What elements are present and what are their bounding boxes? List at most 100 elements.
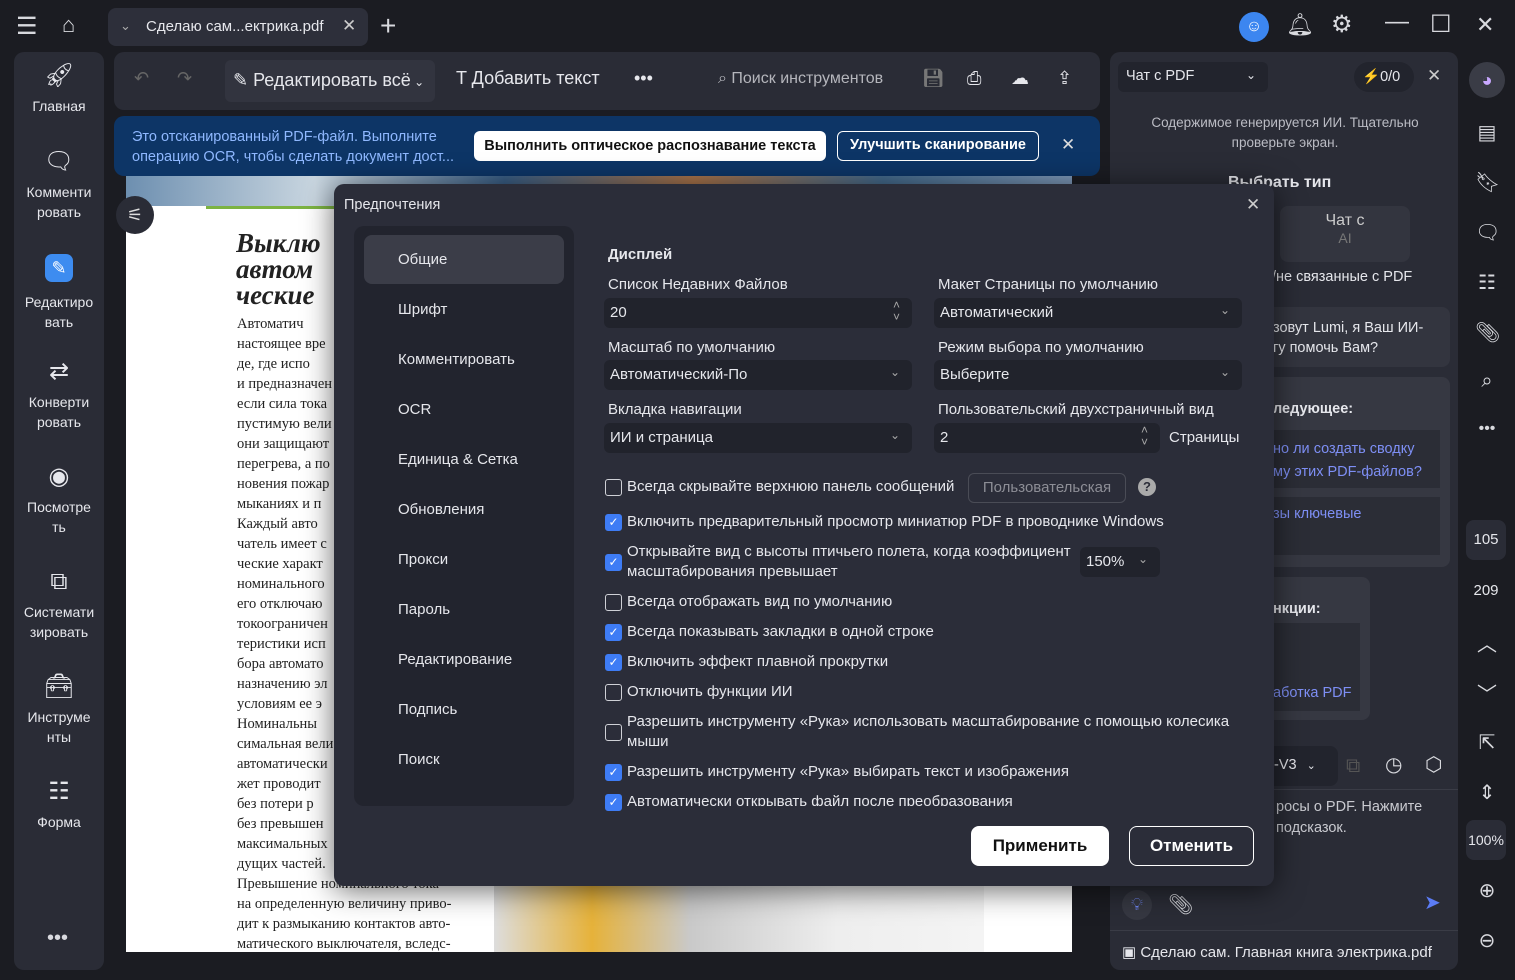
maximize-icon[interactable]: ☐ — [1430, 13, 1452, 37]
tool-search[interactable]: ⌕ Поиск инструментов — [718, 70, 883, 88]
fit-height-icon[interactable]: ⇕ — [1475, 780, 1499, 805]
more-icon[interactable]: ••• — [47, 928, 68, 948]
birdseye-zoom-select[interactable]: 150% ⌄ — [1080, 547, 1160, 577]
page-up-icon[interactable]: ︿ — [1475, 628, 1499, 657]
search-icon[interactable]: ⌕ — [1475, 370, 1499, 393]
option-checkbox[interactable] — [605, 479, 622, 496]
two-page-input[interactable]: 2 ˄ ˅ — [934, 423, 1160, 453]
more-tools-icon[interactable]: ••• — [634, 68, 653, 89]
print-icon[interactable]: ⎙ — [967, 68, 981, 89]
nav-item[interactable]: Подпись — [398, 701, 457, 718]
current-page[interactable]: 105 — [1466, 520, 1506, 560]
option-checkbox[interactable]: ✓ — [605, 554, 622, 571]
sidebar-item-form[interactable]: ☷ Форма — [14, 780, 104, 832]
bell-icon[interactable]: 🔔︎ — [1286, 14, 1314, 36]
custom-button[interactable]: Пользовательская — [968, 473, 1126, 503]
selection-mode-select[interactable]: Выберите ⌄ — [934, 360, 1242, 390]
menu-icon[interactable]: ☰ — [16, 15, 38, 39]
close-chat-icon[interactable]: ✕ — [1427, 66, 1441, 86]
sidebar-item-edit[interactable]: ✎ Редактиро вать — [14, 254, 104, 332]
ai-assistant-icon[interactable]: ◕ — [1469, 62, 1505, 98]
sidebar-item-view[interactable]: ◉ Посмотре ть — [14, 465, 104, 537]
share-icon[interactable]: ⇪ — [1057, 68, 1072, 89]
close-tab-icon[interactable]: ✕ — [342, 16, 356, 36]
option-checkbox[interactable] — [605, 724, 622, 741]
chat-mode-select[interactable]: Чат с PDF ⌄ — [1118, 62, 1268, 92]
nav-item[interactable]: Шрифт — [398, 301, 447, 318]
option-checkbox[interactable]: ✓ — [605, 794, 622, 811]
option-checkbox[interactable] — [605, 594, 622, 611]
sidebar-item-tools[interactable]: 🧰︎ Инструме нты — [14, 675, 104, 747]
edit-all-button[interactable]: ✎ Редактировать всё ⌄ — [225, 60, 435, 102]
default-zoom-select[interactable]: Автоматический-По ⌄ — [604, 360, 912, 390]
sidebar-item-label: Системати зировать — [23, 604, 95, 640]
option-checkbox[interactable]: ✓ — [605, 764, 622, 781]
stepper-icon[interactable]: ˄ ˅ — [1141, 424, 1148, 448]
chat-input-placeholder[interactable]: росы о PDF. Нажмите подсказок. — [1276, 797, 1446, 839]
redo-icon[interactable]: ↷ — [177, 68, 192, 89]
option-checkbox[interactable]: ✓ — [605, 624, 622, 641]
thumbnails-icon[interactable]: ▤ — [1475, 120, 1499, 145]
chevron-down-icon: ⌄ — [1219, 303, 1230, 317]
more-icon[interactable]: ••• — [1475, 420, 1499, 438]
page-filter-button[interactable]: ⚟ — [116, 196, 154, 234]
form-fields-icon[interactable]: ☷ — [1475, 270, 1499, 295]
chat-ai-option[interactable]: Чат с AI — [1280, 206, 1410, 262]
sidebar-item-organize[interactable]: ⧉ Системати зировать — [14, 570, 104, 642]
search-icon: ⌕ — [718, 70, 732, 87]
help-icon[interactable]: ? — [1138, 478, 1156, 496]
recent-files-input[interactable]: 20 ˄ ˅ — [604, 298, 912, 328]
nav-tab-select[interactable]: ИИ и страница ⌄ — [604, 423, 912, 453]
nav-item[interactable]: Обновления — [398, 501, 484, 518]
nav-item[interactable]: Прокси — [398, 551, 448, 568]
sidebar-item-home[interactable]: 🚀︎ Главная — [14, 64, 104, 116]
save-icon[interactable]: 💾︎ — [922, 68, 945, 89]
nav-item[interactable]: Комментировать — [398, 351, 515, 368]
nav-item[interactable]: Единица & Сетка — [398, 451, 518, 468]
credits-badge[interactable]: ⚡0/0 — [1354, 62, 1414, 92]
select-cursor-icon[interactable]: ⇱ — [1475, 730, 1499, 755]
enhance-scan-button[interactable]: Улучшить сканирование — [837, 131, 1039, 161]
new-chat-icon[interactable]: ⧉ — [1346, 756, 1360, 776]
cancel-button[interactable]: Отменить — [1129, 826, 1254, 866]
attachments-icon[interactable]: 📎︎ — [1475, 320, 1500, 345]
document-tab[interactable]: ⌄ Сделаю сам...ектрика.pdf ✕ — [108, 8, 368, 46]
nav-item[interactable]: Редактирование — [398, 651, 512, 668]
minimize-icon[interactable]: — — [1385, 10, 1409, 34]
settings-hex-icon[interactable]: ⬡ — [1425, 755, 1442, 775]
lightbulb-icon[interactable]: 💡︎ — [1122, 890, 1152, 920]
option-checkbox[interactable]: ✓ — [605, 654, 622, 671]
apply-button[interactable]: Применить — [971, 826, 1109, 866]
bookmark-icon[interactable]: 🔖︎ — [1475, 170, 1500, 195]
cloud-upload-icon[interactable]: ☁ — [1011, 68, 1029, 89]
ocr-button[interactable]: Выполнить оптическое распознавание текст… — [474, 131, 826, 161]
comments-icon[interactable]: 🗨︎ — [1475, 220, 1500, 245]
option-checkbox[interactable]: ✓ — [605, 514, 622, 531]
history-icon[interactable]: ◷ — [1385, 755, 1402, 775]
nav-item[interactable]: Общие — [398, 251, 447, 268]
close-dialog-icon[interactable]: ✕ — [1246, 195, 1260, 215]
model-select[interactable]: -V3 ⌄ — [1270, 746, 1338, 786]
add-text-button[interactable]: T Добавить текст — [456, 68, 600, 89]
zoom-out-icon[interactable]: ⊖ — [1475, 928, 1499, 953]
close-window-icon[interactable]: ✕ — [1476, 14, 1494, 36]
close-banner-icon[interactable]: ✕ — [1061, 135, 1075, 155]
nav-item[interactable]: Поиск — [398, 751, 440, 768]
sidebar-item-comment[interactable]: 🗨︎ Комменти ровать — [14, 150, 104, 222]
option-checkbox[interactable] — [605, 684, 622, 701]
sidebar-item-convert[interactable]: ⇄ Конверти ровать — [14, 360, 104, 432]
attach-icon[interactable]: 📎︎ — [1168, 895, 1193, 915]
stepper-icon[interactable]: ˄ ˅ — [893, 299, 900, 323]
nav-item[interactable]: Пароль — [398, 601, 450, 618]
page-down-icon[interactable]: ﹀ — [1475, 678, 1499, 707]
page-layout-select[interactable]: Автоматический ⌄ — [934, 298, 1242, 328]
new-tab-icon[interactable]: + — [380, 12, 396, 40]
zoom-level[interactable]: 100% — [1466, 820, 1506, 860]
nav-item[interactable]: OCR — [398, 401, 431, 418]
undo-icon[interactable]: ↶ — [134, 68, 149, 89]
avatar[interactable]: ☺ — [1239, 12, 1269, 42]
gear-icon[interactable]: ⚙ — [1331, 13, 1353, 37]
home-icon[interactable]: ⌂ — [62, 14, 75, 36]
send-icon[interactable]: ➤ — [1424, 893, 1441, 913]
zoom-in-icon[interactable]: ⊕ — [1475, 878, 1499, 903]
